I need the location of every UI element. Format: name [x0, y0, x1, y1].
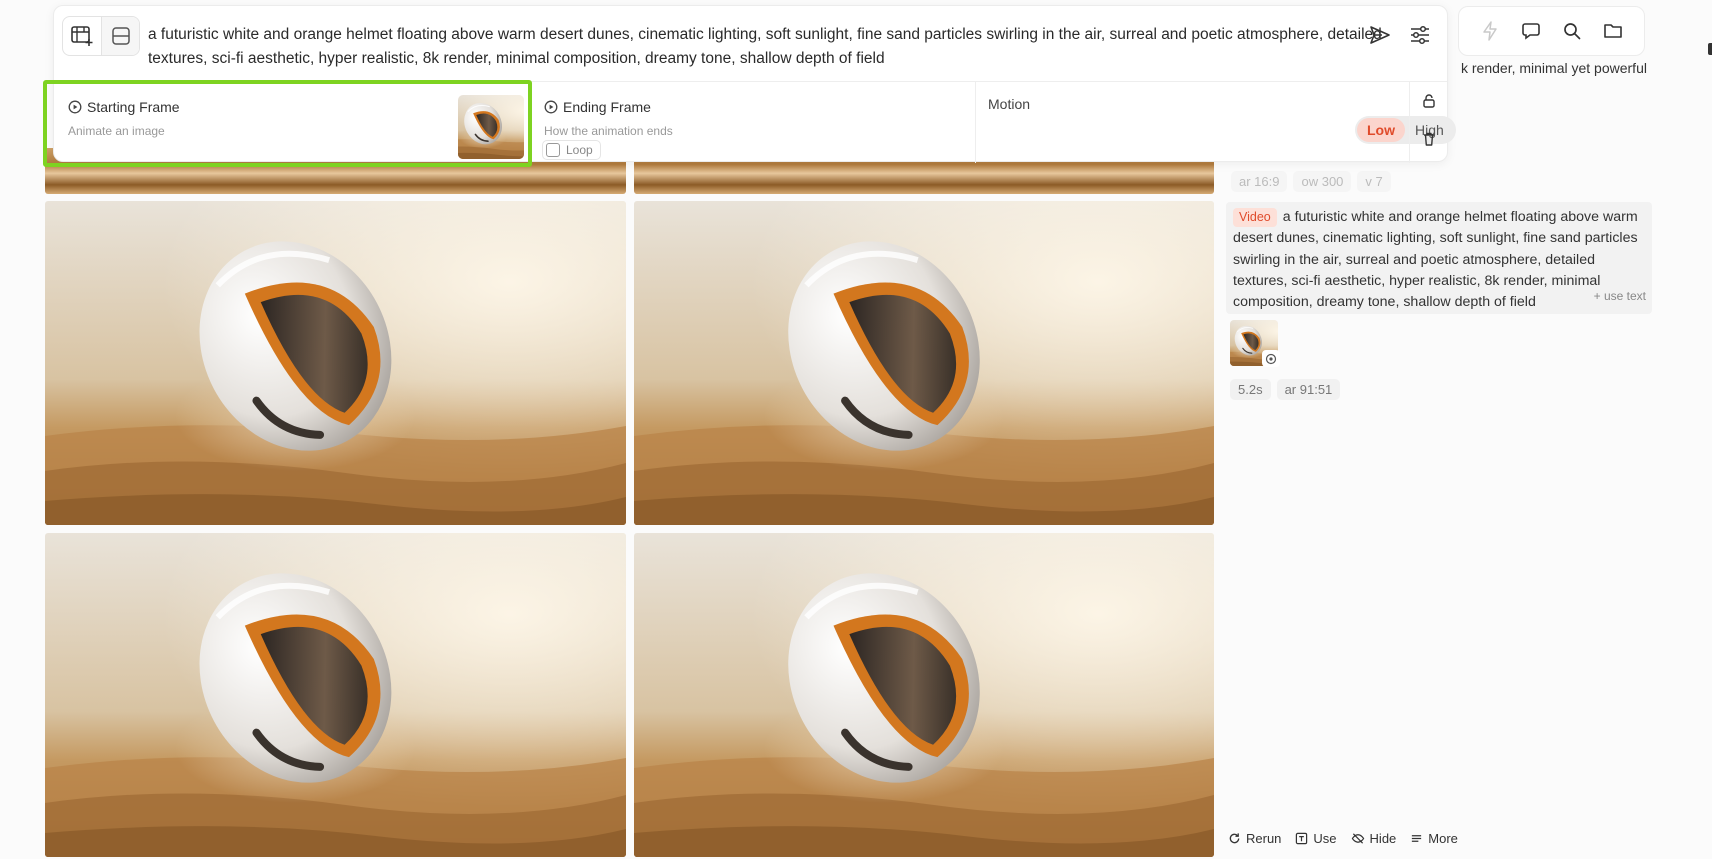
more-label: More: [1428, 831, 1458, 846]
lightning-icon[interactable]: [1477, 18, 1503, 44]
generated-image-2[interactable]: [634, 201, 1214, 525]
ending-frame-subtitle: How the animation ends: [544, 124, 673, 138]
tag-duration[interactable]: 5.2s: [1230, 379, 1271, 400]
hide-label: Hide: [1369, 831, 1397, 846]
tag-weight[interactable]: ow 300: [1293, 171, 1352, 192]
previous-tags: ar 16:9 ow 300 v 7: [1231, 171, 1391, 192]
app-page: k render, minimal yet powerful ar 16:9 o…: [0, 0, 1712, 859]
rerun-button[interactable]: Rerun: [1228, 831, 1281, 846]
tag-aspect-ratio[interactable]: ar 16:9: [1231, 171, 1288, 192]
motion-low-option[interactable]: Low: [1357, 118, 1405, 142]
settings-sliders-icon[interactable]: [1407, 22, 1433, 48]
checkbox-box[interactable]: [546, 143, 560, 157]
video-frame-add-icon[interactable]: [63, 17, 101, 55]
use-label: Use: [1313, 831, 1337, 846]
frame-side-actions: [1409, 82, 1447, 163]
send-icon[interactable]: [1367, 22, 1393, 48]
more-button[interactable]: More: [1410, 831, 1458, 846]
ending-frame-title: Ending Frame: [544, 99, 651, 115]
rerun-icon: [1229, 833, 1240, 844]
menu-lines-icon: [1412, 835, 1422, 842]
scrollbar-edge[interactable]: [1708, 43, 1712, 55]
loop-label: Loop: [566, 143, 593, 157]
ending-frame-panel[interactable]: Ending Frame How the animation ends Loop: [530, 82, 976, 163]
use-button[interactable]: Use: [1295, 831, 1337, 846]
prompt-row: a futuristic white and orange helmet flo…: [54, 6, 1447, 82]
image-frame-icon[interactable]: [101, 17, 139, 55]
generated-image-3[interactable]: [45, 533, 626, 857]
play-circle-icon: [1262, 350, 1280, 367]
ending-frame-label: Ending Frame: [563, 99, 651, 115]
prompt-input[interactable]: a futuristic white and orange helmet flo…: [148, 23, 1398, 71]
job-actions: Rerun Use Hide More: [1228, 831, 1458, 846]
video-meta-tags: 5.2s ar 91:51: [1230, 379, 1341, 400]
play-circle-icon: [544, 100, 558, 114]
prompt-actions: [1367, 22, 1433, 48]
eye-off-icon: [1351, 833, 1364, 844]
top-toolbar: [1458, 6, 1645, 56]
video-badge: Video: [1233, 208, 1277, 227]
unlock-icon[interactable]: [1416, 88, 1442, 114]
rerun-label: Rerun: [1246, 831, 1282, 846]
video-prompt-card[interactable]: Video a futuristic white and orange helme…: [1226, 202, 1652, 314]
loop-checkbox[interactable]: Loop: [542, 140, 601, 160]
generated-image-4[interactable]: [634, 533, 1214, 857]
motion-title: Motion: [988, 96, 1031, 112]
trash-icon[interactable]: [1416, 126, 1442, 152]
tag-aspect-ratio[interactable]: ar 91:51: [1276, 379, 1341, 400]
text-box-icon: [1296, 832, 1308, 845]
generated-image-1[interactable]: [45, 201, 626, 525]
previous-prompt-overflow: k render, minimal yet powerful: [1461, 60, 1647, 76]
chat-bubble-icon[interactable]: [1518, 18, 1544, 44]
tag-version[interactable]: v 7: [1357, 171, 1391, 192]
starting-frame-highlight: [43, 80, 532, 167]
hide-button[interactable]: Hide: [1351, 831, 1397, 846]
motion-panel: Motion Low High: [976, 82, 1456, 163]
use-text-link[interactable]: + use text: [1577, 285, 1646, 307]
folder-icon[interactable]: [1600, 18, 1626, 44]
prompt-mode-group: [62, 16, 140, 56]
search-icon[interactable]: [1559, 18, 1585, 44]
